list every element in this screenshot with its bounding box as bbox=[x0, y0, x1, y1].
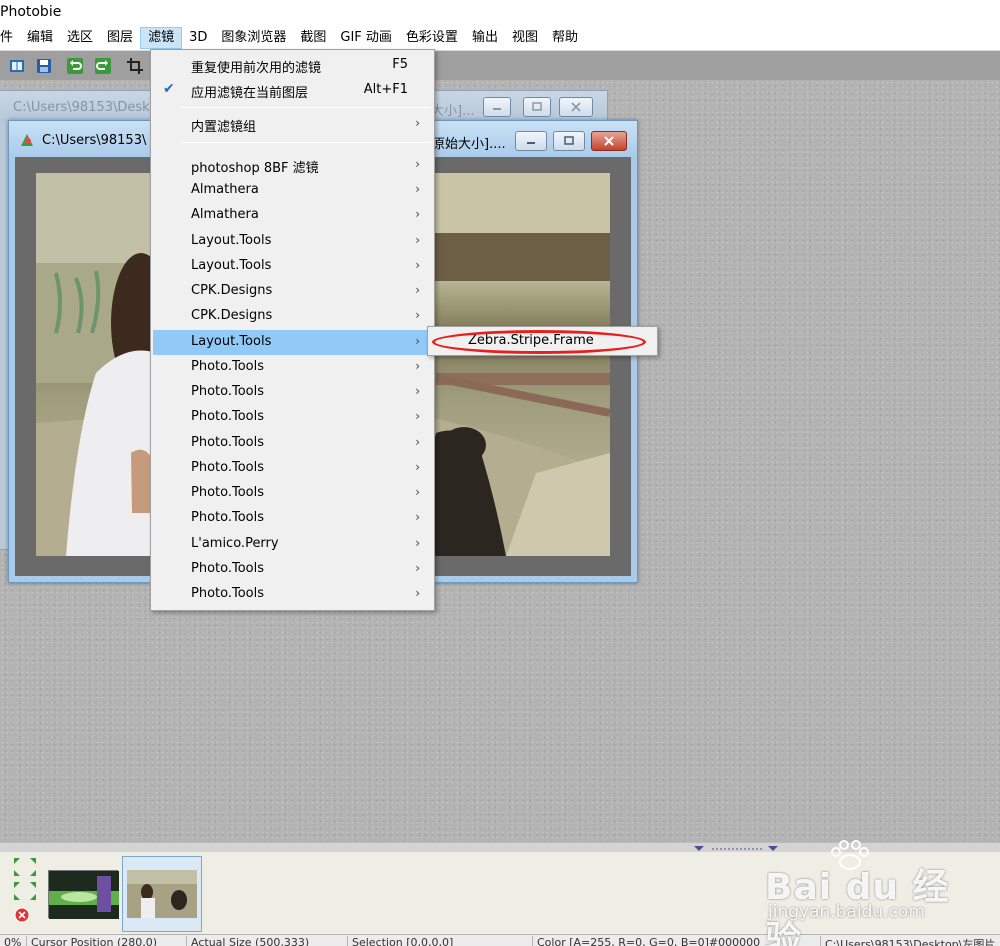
menu-item-plugin[interactable]: Almathera › bbox=[153, 178, 432, 203]
menu-file[interactable]: 件 bbox=[0, 27, 20, 49]
check-icon: ✔ bbox=[163, 81, 175, 97]
menu-edit[interactable]: 编辑 bbox=[20, 27, 60, 49]
app-titlebar: Photobie bbox=[0, 0, 1000, 26]
close-button[interactable] bbox=[559, 97, 593, 117]
undo-icon[interactable] bbox=[64, 55, 86, 77]
menu-item-plugin[interactable]: Photo.Tools › bbox=[153, 481, 432, 506]
menu-item-plugin-highlighted[interactable]: Layout.Tools › bbox=[153, 330, 432, 355]
menu-item-plugin[interactable]: Layout.Tools › bbox=[153, 229, 432, 254]
chevron-right-icon: › bbox=[415, 485, 420, 499]
menu-item-plugin[interactable]: Photo.Tools › bbox=[153, 431, 432, 456]
crop-icon[interactable] bbox=[124, 55, 146, 77]
status-actual-size: Actual Size (500,333) bbox=[186, 936, 309, 946]
thumbnail-2-selected[interactable] bbox=[122, 856, 202, 932]
strip-tools bbox=[10, 852, 40, 928]
chevron-right-icon: › bbox=[415, 157, 420, 171]
chevron-right-icon: › bbox=[415, 207, 420, 221]
app-icon bbox=[21, 134, 33, 146]
menu-color[interactable]: 色彩设置 bbox=[399, 27, 465, 49]
status-color: Color [A=255, R=0, G=0, B=0]#000000 bbox=[532, 936, 760, 946]
menu-item-plugin[interactable]: Photo.Tools › bbox=[153, 405, 432, 430]
chevron-right-icon: › bbox=[415, 510, 420, 524]
menu-item-plugin[interactable]: Photo.Tools › bbox=[153, 582, 432, 607]
menu-item-plugin[interactable]: Almathera › bbox=[153, 203, 432, 228]
plugin-submenu: Zebra.Stripe.Frame bbox=[427, 326, 658, 356]
chevron-right-icon: › bbox=[415, 182, 420, 196]
menu-item-plugin[interactable]: Photo.Tools › bbox=[153, 456, 432, 481]
chevron-right-icon: › bbox=[415, 116, 420, 130]
menu-3d[interactable]: 3D bbox=[182, 27, 214, 49]
chevron-right-icon: › bbox=[415, 283, 420, 297]
menu-screenshot[interactable]: 截图 bbox=[293, 27, 333, 49]
menu-filter[interactable]: 滤镜 bbox=[140, 27, 183, 49]
menu-layer[interactable]: 图层 bbox=[100, 27, 140, 49]
close-button[interactable] bbox=[591, 131, 627, 151]
minimize-button[interactable] bbox=[515, 131, 547, 151]
menu-view[interactable]: 视图 bbox=[505, 27, 545, 49]
menu-help[interactable]: 帮助 bbox=[545, 27, 585, 49]
menu-output[interactable]: 输出 bbox=[465, 27, 505, 49]
chevron-right-icon: › bbox=[415, 561, 420, 575]
menu-item-builtin-filters[interactable]: 内置滤镜组 › bbox=[153, 112, 432, 137]
watermark-url: jingyan.baidu.com bbox=[768, 902, 925, 922]
app-title: Photobie bbox=[0, 4, 62, 20]
status-zoom: 0% bbox=[4, 936, 22, 946]
chevron-right-icon: › bbox=[415, 359, 420, 373]
menu-separator bbox=[181, 142, 431, 143]
window-title: C:\Users\98153\ bbox=[42, 133, 147, 148]
chevron-right-icon: › bbox=[415, 258, 420, 272]
save-icon[interactable] bbox=[33, 55, 55, 77]
open-icon[interactable] bbox=[6, 55, 28, 77]
window-title-tail: 大小]... bbox=[431, 104, 475, 119]
chevron-right-icon: › bbox=[415, 409, 420, 423]
close-thumbnail-icon[interactable] bbox=[14, 907, 30, 923]
chevron-right-icon: › bbox=[415, 334, 420, 348]
redo-icon[interactable] bbox=[92, 55, 114, 77]
filter-menu: 重复使用前次用的滤镜 F5 ✔ 应用滤镜在当前图层 Alt+F1 内置滤镜组 ›… bbox=[150, 49, 435, 611]
menu-item-plugin[interactable]: photoshop 8BF 滤镜 › bbox=[153, 153, 432, 178]
menu-item-plugin[interactable]: Photo.Tools › bbox=[153, 355, 432, 380]
menu-image-browser[interactable]: 图象浏览器 bbox=[214, 27, 293, 49]
chevron-right-icon: › bbox=[415, 536, 420, 550]
maximize-button[interactable] bbox=[523, 97, 551, 117]
thumbnail-1[interactable] bbox=[48, 870, 119, 919]
chevron-right-icon: › bbox=[415, 384, 420, 398]
window-title-tail: 原始大小].... bbox=[432, 137, 506, 152]
menu-item-plugin[interactable]: Photo.Tools › bbox=[153, 557, 432, 582]
chevron-right-icon: › bbox=[415, 586, 420, 600]
menu-item-plugin[interactable]: CPK.Designs › bbox=[153, 279, 432, 304]
baidu-watermark: Bai du 经验 jingyan.baidu.com bbox=[765, 840, 965, 946]
window-title: C:\Users\98153\Desk bbox=[13, 100, 150, 115]
chevron-right-icon: › bbox=[415, 435, 420, 449]
menu-separator bbox=[181, 107, 431, 108]
minimize-button[interactable] bbox=[483, 97, 511, 117]
red-highlight-oval bbox=[432, 330, 646, 354]
menubar: 件 编辑 选区 图层 滤镜 3D 图象浏览器 截图 GIF 动画 色彩设置 输出… bbox=[0, 26, 1000, 50]
menu-item-apply-to-layer[interactable]: ✔ 应用滤镜在当前图层 Alt+F1 bbox=[153, 78, 432, 103]
chevron-right-icon: › bbox=[415, 233, 420, 247]
menu-item-plugin[interactable]: L'amico.Perry › bbox=[153, 532, 432, 557]
chevron-right-icon: › bbox=[415, 460, 420, 474]
chevron-right-icon: › bbox=[415, 308, 420, 322]
menu-gif[interactable]: GIF 动画 bbox=[333, 27, 399, 49]
menu-item-plugin[interactable]: Photo.Tools › bbox=[153, 380, 432, 405]
menu-item-plugin[interactable]: Layout.Tools › bbox=[153, 254, 432, 279]
status-cursor: Cursor Position (280,0) bbox=[26, 936, 157, 946]
maximize-button[interactable] bbox=[553, 131, 585, 151]
status-selection: Selection [0,0,0,0] bbox=[347, 936, 453, 946]
menu-item-plugin[interactable]: Photo.Tools › bbox=[153, 506, 432, 531]
menu-item-repeat-filter[interactable]: 重复使用前次用的滤镜 F5 bbox=[153, 53, 432, 78]
menu-item-plugin[interactable]: CPK.Designs › bbox=[153, 304, 432, 329]
menu-select[interactable]: 选区 bbox=[60, 27, 100, 49]
